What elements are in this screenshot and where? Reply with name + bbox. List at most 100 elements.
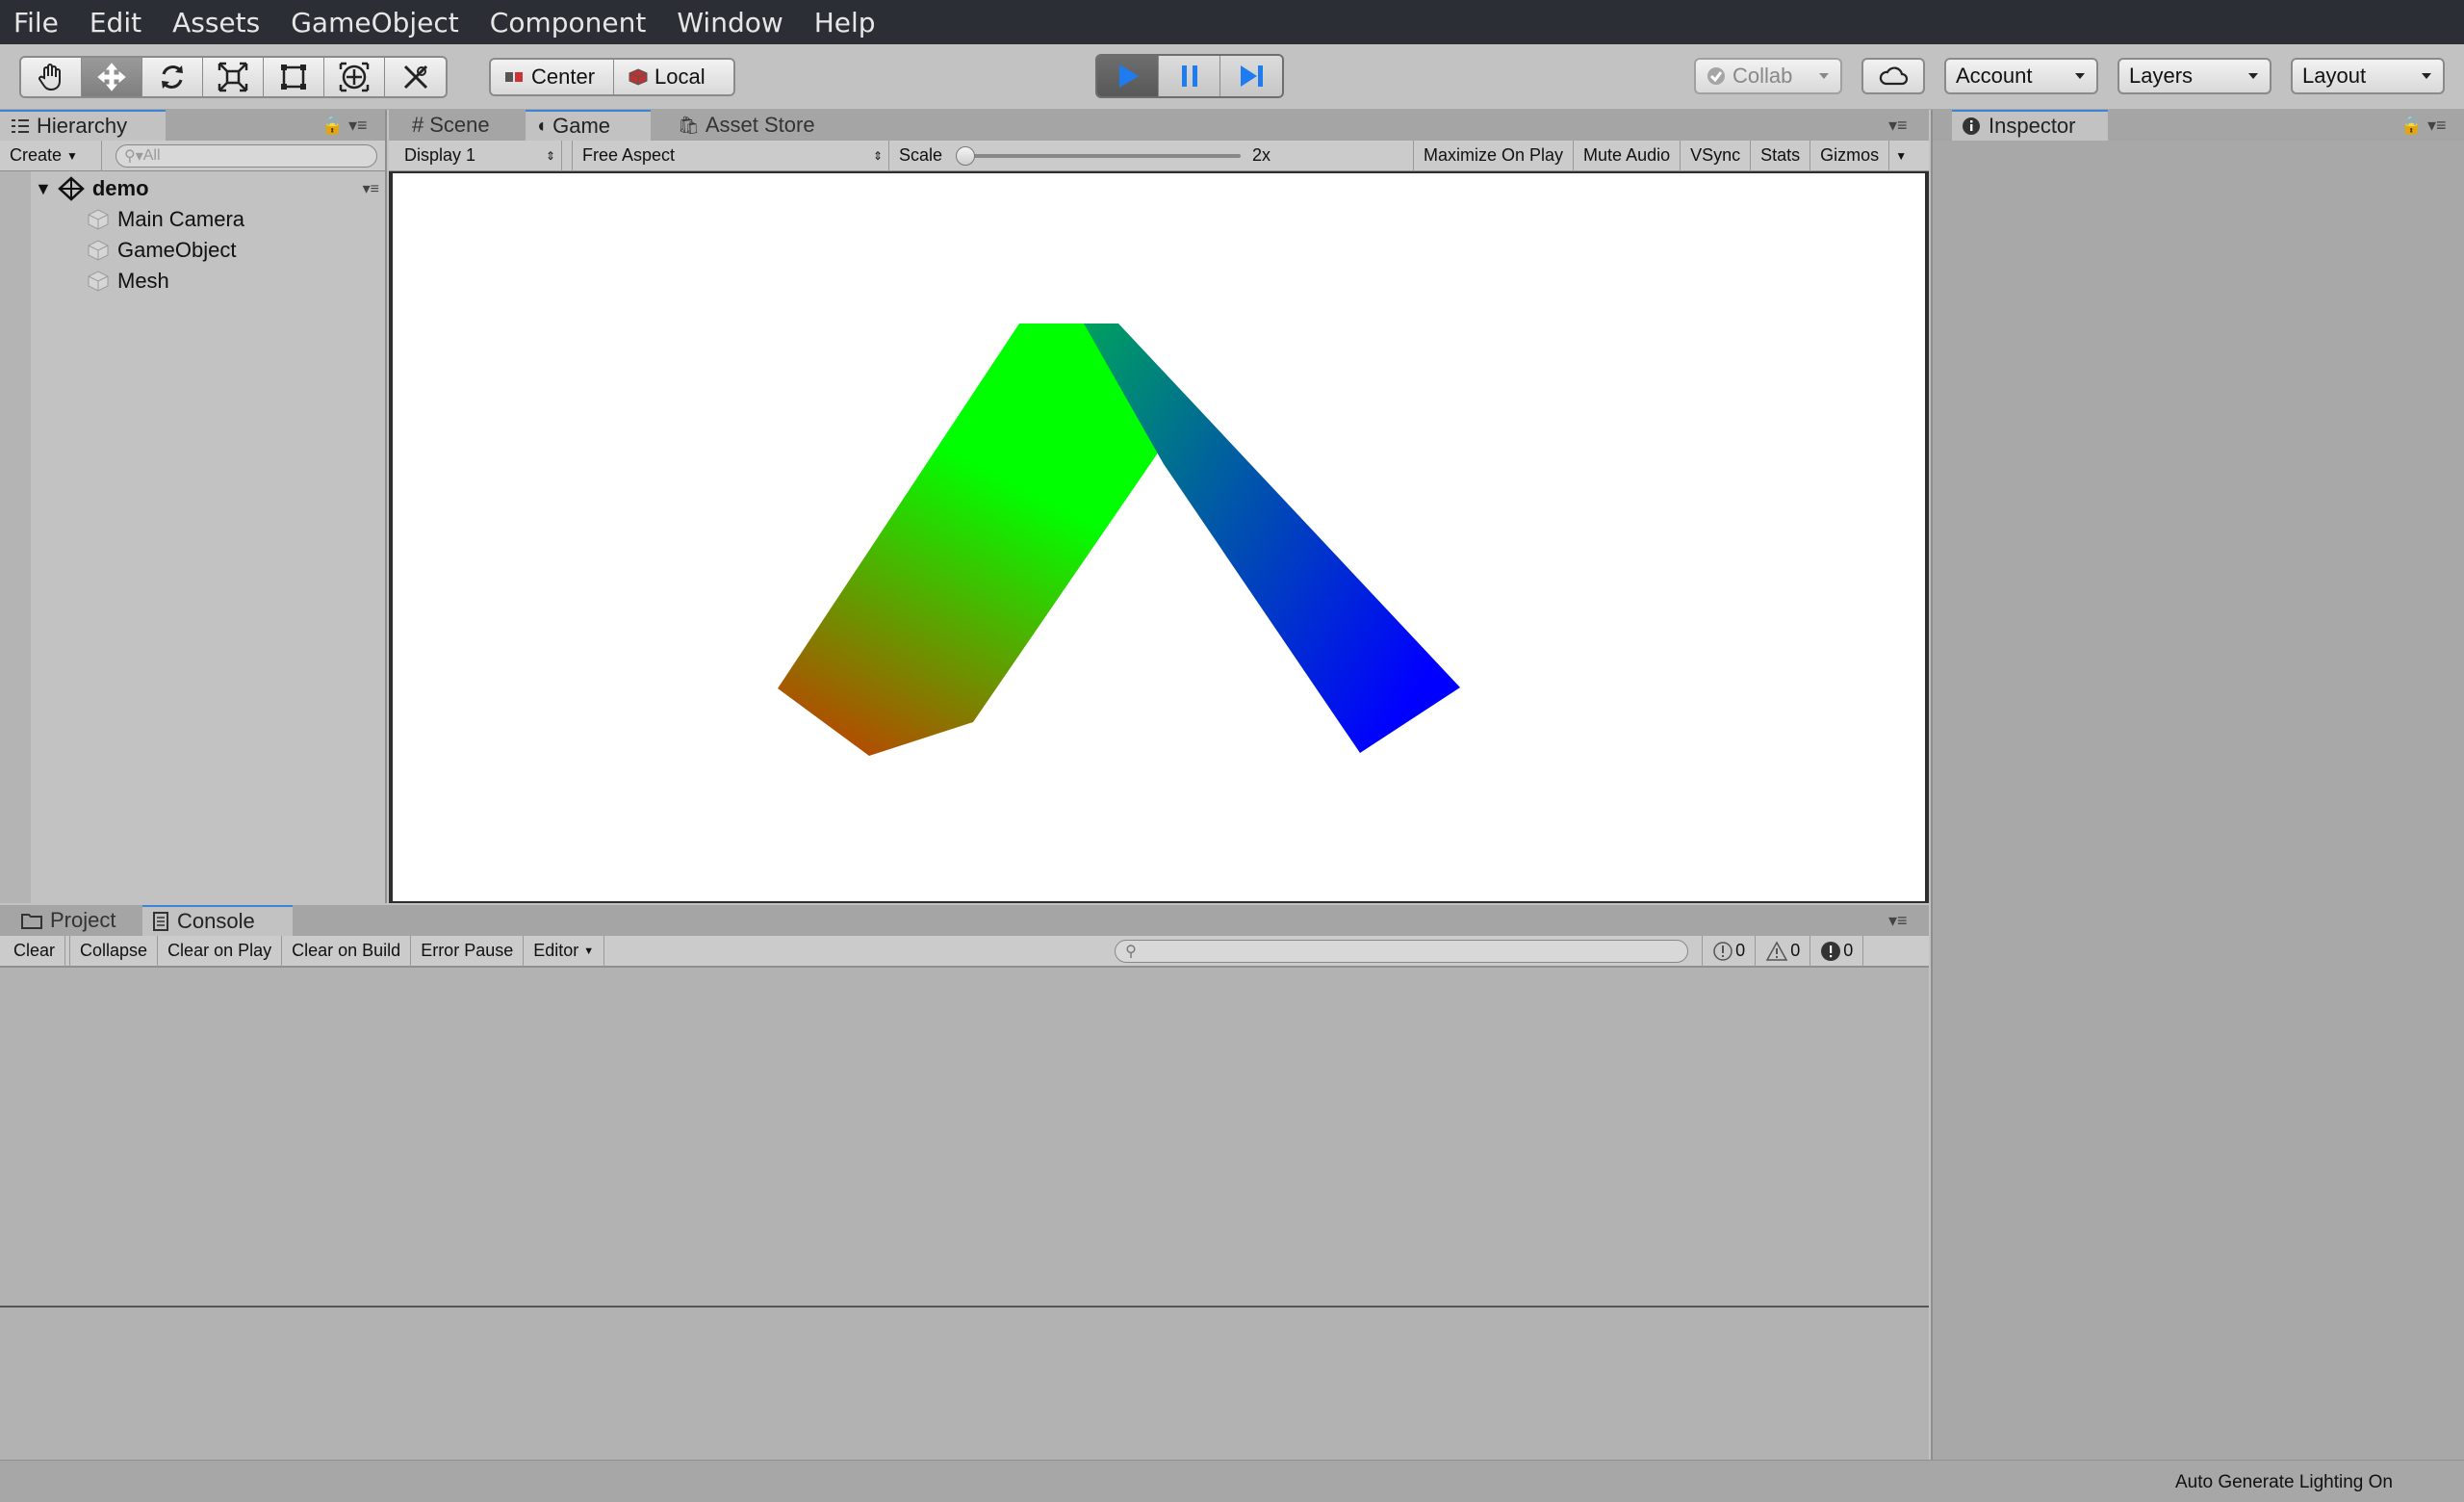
- aspect-dropdown[interactable]: Free Aspect ⇕: [572, 140, 889, 171]
- error-pause-toggle[interactable]: Error Pause: [411, 935, 525, 967]
- updown-icon: ⇕: [872, 148, 883, 163]
- editor-dropdown[interactable]: Editor ▼: [524, 935, 605, 967]
- hierarchy-item[interactable]: Mesh: [87, 266, 169, 297]
- pivot-rotation-button[interactable]: Local: [614, 60, 733, 94]
- scene-row[interactable]: ▼ demo ▾≡: [35, 173, 383, 204]
- hierarchy-item[interactable]: Main Camera: [87, 204, 244, 235]
- panel-menu-icon[interactable]: ▾≡: [348, 116, 368, 136]
- clear-on-play-toggle[interactable]: Clear on Play: [158, 935, 283, 967]
- folder-icon: [21, 914, 42, 929]
- info-bubble-icon: [1713, 941, 1732, 961]
- chevron-down-icon: ▼: [1895, 148, 1908, 163]
- chevron-down-icon: [2075, 73, 2085, 79]
- move-tool-button[interactable]: [82, 58, 142, 96]
- layout-label: Layout: [2302, 64, 2367, 88]
- hierarchy-item-label: Main Camera: [117, 207, 245, 231]
- error-filter-toggle[interactable]: 0: [1810, 935, 1864, 967]
- create-dropdown[interactable]: Create ▼: [0, 140, 102, 171]
- tab-inspector[interactable]: Inspector: [1952, 110, 2108, 141]
- slider-track: [956, 153, 1242, 158]
- collab-dropdown[interactable]: Collab: [1694, 58, 1842, 94]
- tab-hierarchy[interactable]: Hierarchy: [0, 110, 166, 141]
- hand-icon: [38, 64, 61, 91]
- rotate-tool-button[interactable]: [142, 58, 203, 96]
- editor-label: Editor: [533, 941, 579, 960]
- error-pause-label: Error Pause: [421, 941, 514, 960]
- tab-asset-store[interactable]: 🛍 Asset Store: [668, 110, 841, 141]
- custom-tool-button[interactable]: [385, 58, 446, 96]
- status-bar: Auto Generate Lighting On: [0, 1460, 2464, 1502]
- rotate-icon: [162, 65, 183, 89]
- create-label: Create: [10, 145, 63, 165]
- menu-file[interactable]: File: [13, 7, 59, 39]
- pause-button[interactable]: [1159, 56, 1220, 96]
- tab-game[interactable]: ◖ Game: [526, 110, 651, 141]
- stats-toggle[interactable]: Stats: [1751, 140, 1811, 171]
- grid-icon: #: [412, 113, 424, 137]
- bag-icon: 🛍: [678, 115, 700, 135]
- mute-audio-toggle[interactable]: Mute Audio: [1574, 140, 1681, 171]
- scene-name: demo: [91, 176, 149, 200]
- console-log-list[interactable]: [0, 967, 1929, 1306]
- menu-component[interactable]: Component: [490, 7, 647, 39]
- game-view[interactable]: [393, 173, 1925, 901]
- play-button[interactable]: [1097, 56, 1159, 96]
- gizmos-toggle[interactable]: Gizmos: [1810, 141, 1888, 171]
- account-dropdown[interactable]: Account: [1944, 58, 2098, 94]
- menu-edit[interactable]: Edit: [90, 7, 141, 39]
- rect-tool-button[interactable]: [264, 58, 324, 96]
- search-placeholder: All: [142, 146, 161, 164]
- hierarchy-item[interactable]: GameObject: [87, 235, 237, 266]
- scene-menu-icon[interactable]: ▾≡: [363, 179, 379, 198]
- local-cube-icon: [629, 68, 648, 86]
- warning-filter-toggle[interactable]: 0: [1756, 935, 1811, 967]
- collapse-toggle[interactable]: Collapse: [69, 935, 159, 967]
- inspector-tabbar: Inspector 🔒 ▾≡: [1933, 110, 2464, 141]
- hand-tool-button[interactable]: [21, 58, 82, 96]
- panel-menu-icon[interactable]: ▾≡: [2427, 116, 2447, 136]
- layers-dropdown[interactable]: Layers: [2118, 58, 2272, 94]
- clear-on-build-toggle[interactable]: Clear on Build: [282, 935, 412, 967]
- cloud-button[interactable]: [1861, 58, 1925, 94]
- error-count: 0: [1843, 941, 1854, 960]
- inspector-body: [1933, 141, 2464, 1460]
- maximize-on-play-toggle[interactable]: Maximize On Play: [1413, 140, 1575, 171]
- clear-label: Clear: [13, 941, 56, 960]
- clear-button[interactable]: Clear: [4, 935, 66, 967]
- hierarchy-toolbar: Create ▼ ⚲▾ All: [0, 140, 385, 171]
- gizmos-dropdown[interactable]: ▼: [1888, 140, 1912, 171]
- pause-icon: [1181, 65, 1197, 87]
- scale-slider[interactable]: [956, 145, 1242, 166]
- menu-assets[interactable]: Assets: [172, 7, 260, 39]
- scale-tool-button[interactable]: [203, 58, 264, 96]
- stats-label: Stats: [1760, 145, 1801, 165]
- warning-icon: [1765, 940, 1788, 961]
- tab-console[interactable]: Console: [142, 905, 293, 936]
- lock-icon[interactable]: 🔒: [2400, 116, 2422, 136]
- pacman-icon: ◖: [535, 115, 548, 137]
- pivot-mode-button[interactable]: Center: [491, 60, 614, 94]
- hierarchy-search[interactable]: ⚲▾ All: [116, 143, 377, 168]
- slider-thumb[interactable]: [956, 145, 976, 166]
- tab-scene[interactable]: # Scene: [402, 110, 520, 141]
- vsync-toggle[interactable]: VSync: [1681, 140, 1752, 171]
- hierarchy-gutter: [0, 171, 31, 903]
- menu-window[interactable]: Window: [677, 7, 783, 39]
- display-dropdown[interactable]: Display 1 ⇕: [395, 140, 562, 171]
- tab-project[interactable]: Project: [12, 905, 137, 936]
- panel-menu-icon[interactable]: ▾≡: [1888, 911, 1908, 931]
- menu-gameobject[interactable]: GameObject: [291, 7, 459, 39]
- step-button[interactable]: [1220, 56, 1282, 96]
- info-filter-toggle[interactable]: 0: [1702, 935, 1757, 967]
- unity-scene-icon: [57, 176, 85, 201]
- console-search[interactable]: ⚲: [1115, 939, 1689, 963]
- transform-tool-button[interactable]: [324, 58, 385, 96]
- panel-menu-icon[interactable]: ▾≡: [1888, 116, 1908, 136]
- main-toolbar: Center Local Collab Account Layers Layou…: [0, 44, 2464, 110]
- layout-dropdown[interactable]: Layout: [2291, 58, 2445, 94]
- menu-bar: File Edit Assets GameObject Component Wi…: [0, 0, 2464, 44]
- menu-help[interactable]: Help: [814, 7, 876, 39]
- expand-triangle-icon[interactable]: ▼: [35, 179, 52, 199]
- error-icon: [1821, 941, 1841, 961]
- lock-icon[interactable]: 🔒: [321, 116, 343, 136]
